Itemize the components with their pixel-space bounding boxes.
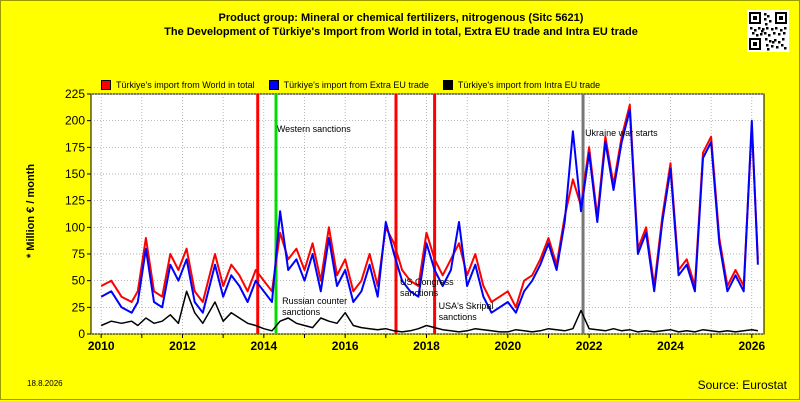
y-tick-label: 25 [72,300,86,314]
y-tick-label: 100 [65,220,85,234]
y-tick-label: 50 [72,274,86,288]
y-tick-label: 150 [65,167,85,181]
x-tick-label: 2022 [576,339,603,353]
x-tick-label: 2026 [738,339,765,353]
y-tick-label: 225 [65,87,85,101]
y-tick-label: 175 [65,140,85,154]
y-tick-label: 0 [78,327,85,341]
y-tick-label: 75 [72,247,86,261]
x-tick-label: 2016 [332,339,359,353]
x-tick-label: 2010 [88,339,115,353]
x-tick-label: 2014 [250,339,277,353]
event-label: Western sanctions [277,124,351,134]
source-note: Source: Eurostat [697,378,787,392]
y-tick-label: 200 [65,114,85,128]
x-tick-label: 2024 [657,339,684,353]
x-tick-label: 2020 [494,339,521,353]
chart-svg: 0 25 50 75 100 125 150 175 200 225 2010 2012 2014 201… [65,87,766,353]
x-tick-label: 2012 [169,339,196,353]
date-stamp: 18.8.2026 [27,379,63,388]
event-label: Ukraine war starts [585,128,658,138]
x-tick-label: 2018 [413,339,440,353]
chart-frame: Product group: Mineral or chemical ferti… [0,0,800,400]
y-tick-label: 125 [65,194,85,208]
